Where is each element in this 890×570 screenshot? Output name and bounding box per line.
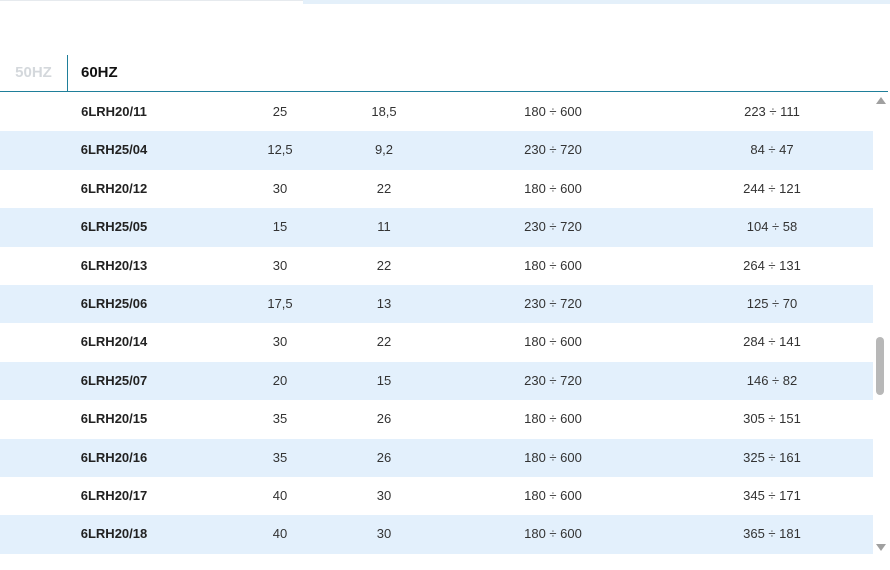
table-row: 6LRH20/16 35 26 180 ÷ 600 325 ÷ 161 — [0, 438, 873, 477]
model-cell: 6LRH20/15 — [80, 411, 148, 427]
triangle-up-icon[interactable] — [876, 97, 886, 104]
value-cell: 17,5 — [267, 295, 293, 311]
range-cell: 84 ÷ 47 — [750, 142, 794, 158]
range-cell: 104 ÷ 58 — [746, 219, 798, 235]
range-cell: 180 ÷ 600 — [524, 180, 582, 196]
top-strip — [0, 0, 890, 4]
value-cell: 18,5 — [371, 104, 397, 119]
value-cell: 30 — [272, 257, 288, 273]
range-cell: 180 ÷ 600 — [524, 487, 582, 503]
table-row: 6LRH20/14 30 22 180 ÷ 600 284 ÷ 141 — [0, 323, 873, 361]
table-row: 6LRH20/13 30 22 180 ÷ 600 264 ÷ 131 — [0, 247, 873, 285]
tab-60hz[interactable]: 60HZ — [81, 55, 118, 91]
value-cell: 26 — [376, 449, 392, 465]
model-cell: 6LRH20/12 — [80, 180, 148, 196]
range-cell: 125 ÷ 70 — [746, 295, 798, 311]
pump-data-table: 6LRH20/11 25 18,5 180 ÷ 600 223 ÷ 111 6L… — [0, 93, 873, 554]
range-cell: 223 ÷ 111 — [744, 104, 800, 119]
range-cell: 264 ÷ 131 — [743, 257, 801, 273]
value-cell: 40 — [272, 526, 288, 542]
value-cell: 20 — [272, 372, 288, 388]
value-cell: 22 — [376, 180, 392, 196]
model-cell: 6LRH25/05 — [80, 219, 148, 235]
table-row: 6LRH25/07 20 15 230 ÷ 720 146 ÷ 82 — [0, 361, 873, 401]
model-cell: 6LRH25/06 — [80, 295, 148, 311]
range-cell: 325 ÷ 161 — [743, 449, 801, 465]
frequency-tabs: 50HZ 60HZ — [0, 55, 888, 92]
value-cell: 12,5 — [267, 142, 293, 158]
table-row: 6LRH25/06 17,5 13 230 ÷ 720 125 ÷ 70 — [0, 284, 873, 324]
table-row: 6LRH20/12 30 22 180 ÷ 600 244 ÷ 121 — [0, 170, 873, 208]
value-cell: 13 — [376, 295, 392, 311]
range-cell: 180 ÷ 600 — [524, 526, 582, 542]
value-cell: 40 — [272, 487, 288, 503]
value-cell: 15 — [272, 219, 288, 235]
range-cell: 365 ÷ 181 — [743, 526, 801, 542]
range-cell: 345 ÷ 171 — [743, 487, 801, 503]
value-cell: 22 — [376, 257, 392, 273]
model-cell: 6LRH20/18 — [80, 526, 148, 542]
value-cell: 30 — [272, 180, 288, 196]
vertical-scrollbar[interactable] — [873, 93, 889, 554]
range-cell: 230 ÷ 720 — [524, 372, 582, 388]
model-cell: 6LRH25/07 — [80, 372, 148, 388]
table-row: 6LRH20/15 35 26 180 ÷ 600 305 ÷ 151 — [0, 400, 873, 438]
model-cell: 6LRH25/04 — [80, 142, 148, 158]
table-row: 6LRH25/05 15 11 230 ÷ 720 104 ÷ 58 — [0, 208, 873, 247]
value-cell: 11 — [377, 219, 391, 235]
table-row: 6LRH20/17 40 30 180 ÷ 600 345 ÷ 171 — [0, 477, 873, 515]
scrollbar-thumb[interactable] — [876, 337, 884, 395]
range-cell: 230 ÷ 720 — [524, 219, 582, 235]
table-row: 6LRH20/11 25 18,5 180 ÷ 600 223 ÷ 111 — [0, 93, 873, 131]
value-cell: 30 — [376, 526, 392, 542]
model-cell: 6LRH20/13 — [80, 257, 148, 273]
tab-50hz[interactable]: 50HZ — [0, 55, 68, 91]
value-cell: 22 — [376, 334, 392, 350]
range-cell: 230 ÷ 720 — [524, 142, 582, 158]
range-cell: 244 ÷ 121 — [743, 180, 801, 196]
model-cell: 6LRH20/14 — [80, 334, 148, 350]
model-cell: 6LRH20/11 — [81, 104, 147, 119]
model-cell: 6LRH20/16 — [80, 449, 148, 465]
range-cell: 180 ÷ 600 — [524, 449, 582, 465]
value-cell: 26 — [376, 411, 392, 427]
value-cell: 35 — [272, 411, 288, 427]
triangle-down-icon[interactable] — [876, 544, 886, 551]
range-cell: 305 ÷ 151 — [743, 411, 801, 427]
value-cell: 15 — [376, 372, 392, 388]
range-cell: 180 ÷ 600 — [524, 334, 582, 350]
range-cell: 180 ÷ 600 — [524, 104, 582, 119]
range-cell: 230 ÷ 720 — [524, 295, 582, 311]
value-cell: 35 — [272, 449, 288, 465]
range-cell: 180 ÷ 600 — [524, 257, 582, 273]
table-row: 6LRH20/18 40 30 180 ÷ 600 365 ÷ 181 — [0, 515, 873, 554]
range-cell: 146 ÷ 82 — [746, 372, 798, 388]
top-highlight-segment — [303, 0, 890, 4]
table-row: 6LRH25/04 12,5 9,2 230 ÷ 720 84 ÷ 47 — [0, 131, 873, 170]
value-cell: 25 — [272, 104, 288, 119]
value-cell: 30 — [376, 487, 392, 503]
range-cell: 180 ÷ 600 — [524, 411, 582, 427]
value-cell: 30 — [272, 334, 288, 350]
model-cell: 6LRH20/17 — [80, 487, 148, 503]
range-cell: 284 ÷ 141 — [743, 334, 801, 350]
value-cell: 9,2 — [374, 142, 394, 158]
